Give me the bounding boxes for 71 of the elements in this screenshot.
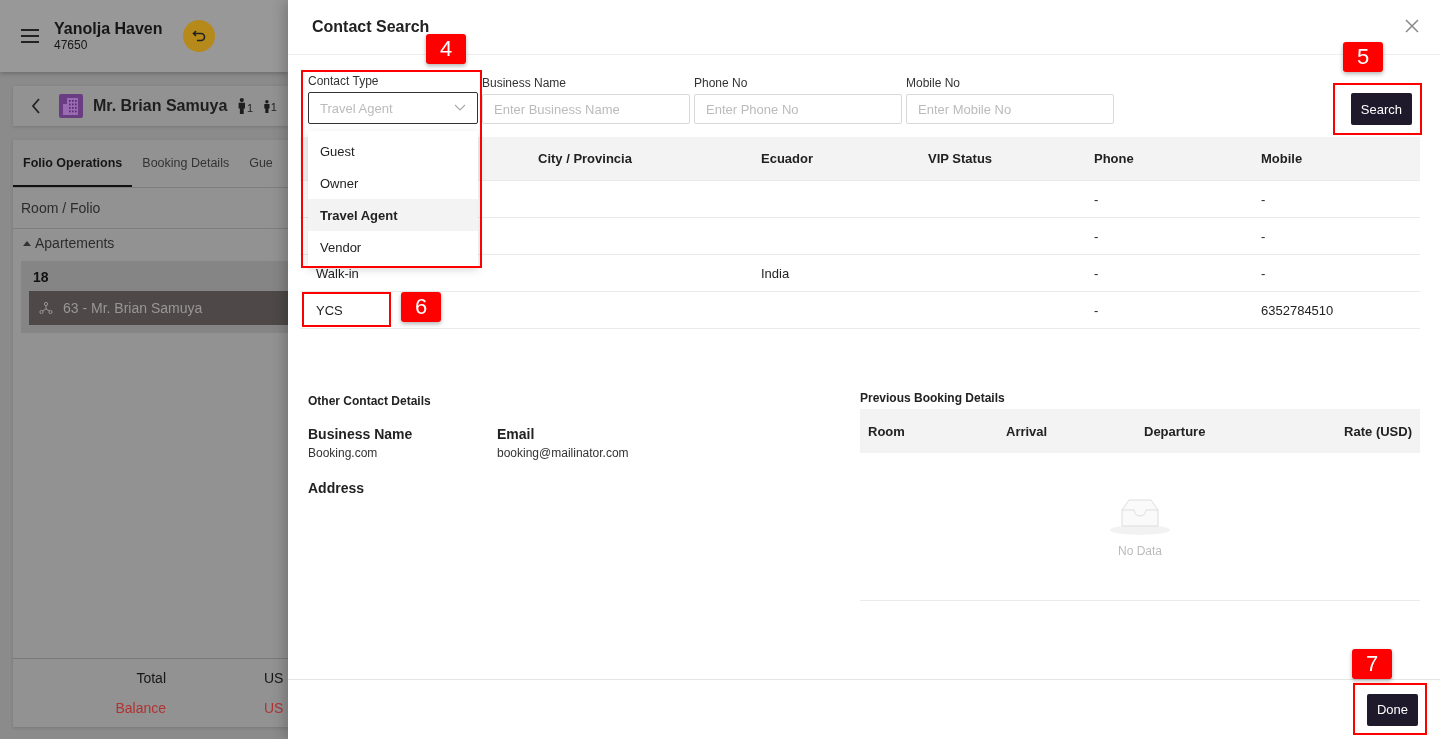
step-badge: 5 (1343, 42, 1383, 72)
nodes-icon (39, 301, 53, 315)
input-field[interactable]: Enter Mobile No (906, 94, 1114, 124)
table-cell: - (1261, 265, 1266, 281)
table-cell: YCS (316, 302, 343, 318)
column-header: Phone (1094, 151, 1135, 166)
detail-value: booking@mailinator.com (497, 446, 630, 460)
child-count: 1 (270, 100, 277, 113)
column-header: Room (868, 423, 906, 439)
dropdown-option[interactable]: Vendor (308, 231, 478, 263)
column-header: City / Provincia (538, 151, 633, 166)
section-title: Other Contact Details (308, 394, 432, 408)
table-cell: - (1094, 191, 1099, 207)
undo-button[interactable] (182, 20, 215, 52)
property-code: 47650 (54, 38, 89, 52)
search-button[interactable]: Search (1350, 93, 1412, 125)
table-cell: - (1261, 228, 1266, 244)
dialog-title: Contact Search (312, 18, 430, 36)
table-cell: - (1094, 228, 1099, 244)
undo-icon (191, 29, 206, 43)
tab[interactable]: Gue (239, 140, 283, 187)
table-cell: India (761, 265, 790, 281)
total-value: US (264, 700, 285, 716)
table-cell: 6352784510 (1261, 302, 1334, 318)
tab[interactable]: Booking Details (132, 140, 240, 187)
step-badge: 4 (426, 34, 466, 64)
section-title: Previous Booking Details (860, 391, 1006, 405)
caret-icon (23, 240, 31, 246)
table-cell: Walk-in (316, 265, 359, 281)
room-number: 18 (32, 269, 50, 287)
close-button[interactable] (1404, 19, 1420, 35)
detail-value: Booking.com (308, 446, 379, 460)
person-icon (263, 99, 271, 113)
total-value: US (264, 670, 285, 686)
menu-icon[interactable] (20, 28, 40, 44)
column-header: Ecuador (761, 151, 814, 166)
table-cell: - (1094, 302, 1099, 318)
table-cell: - (1094, 265, 1099, 281)
detail-label: Business Name (308, 426, 414, 442)
column-header: VIP Status (928, 151, 994, 166)
field-label: Contact Type (308, 74, 380, 88)
dropdown-option[interactable]: Guest (308, 135, 478, 167)
adult-count: 1 (246, 102, 253, 114)
dropdown-option[interactable]: Travel Agent (308, 199, 478, 231)
tab[interactable]: Folio Operations (13, 140, 133, 187)
guest-name: Mr. Brian Samuya (93, 97, 228, 115)
dropdown-option[interactable]: Owner (308, 167, 478, 199)
group-toggle[interactable]: Apartements (13, 229, 288, 257)
step-badge: 6 (401, 292, 441, 322)
step-badge: 7 (1352, 649, 1392, 679)
person-icon (237, 98, 247, 114)
field-label: Mobile No (906, 76, 962, 90)
column-header: Mobile (1261, 151, 1304, 166)
input-field[interactable]: Enter Phone No (694, 94, 902, 124)
column-header: Rate (USD) (1343, 423, 1412, 439)
detail-label: Email (497, 426, 536, 442)
table-cell: - (1261, 191, 1266, 207)
total-label: Balance (114, 700, 166, 716)
field-label: Business Name (482, 76, 568, 90)
empty-text: No Data (1118, 543, 1162, 558)
detail-label: Address (308, 480, 366, 496)
column-header: Arrival (1006, 423, 1049, 439)
building-icon (59, 94, 83, 118)
chevron-icon (454, 104, 466, 112)
field-label: Phone No (694, 76, 749, 90)
property-name: Yanolja Haven (54, 20, 163, 38)
column-header: Departure (1144, 423, 1207, 439)
input-field[interactable]: Enter Business Name (482, 94, 690, 124)
done-button[interactable]: Done (1366, 693, 1418, 726)
back-icon[interactable] (31, 98, 41, 114)
total-label: Total (135, 670, 166, 686)
